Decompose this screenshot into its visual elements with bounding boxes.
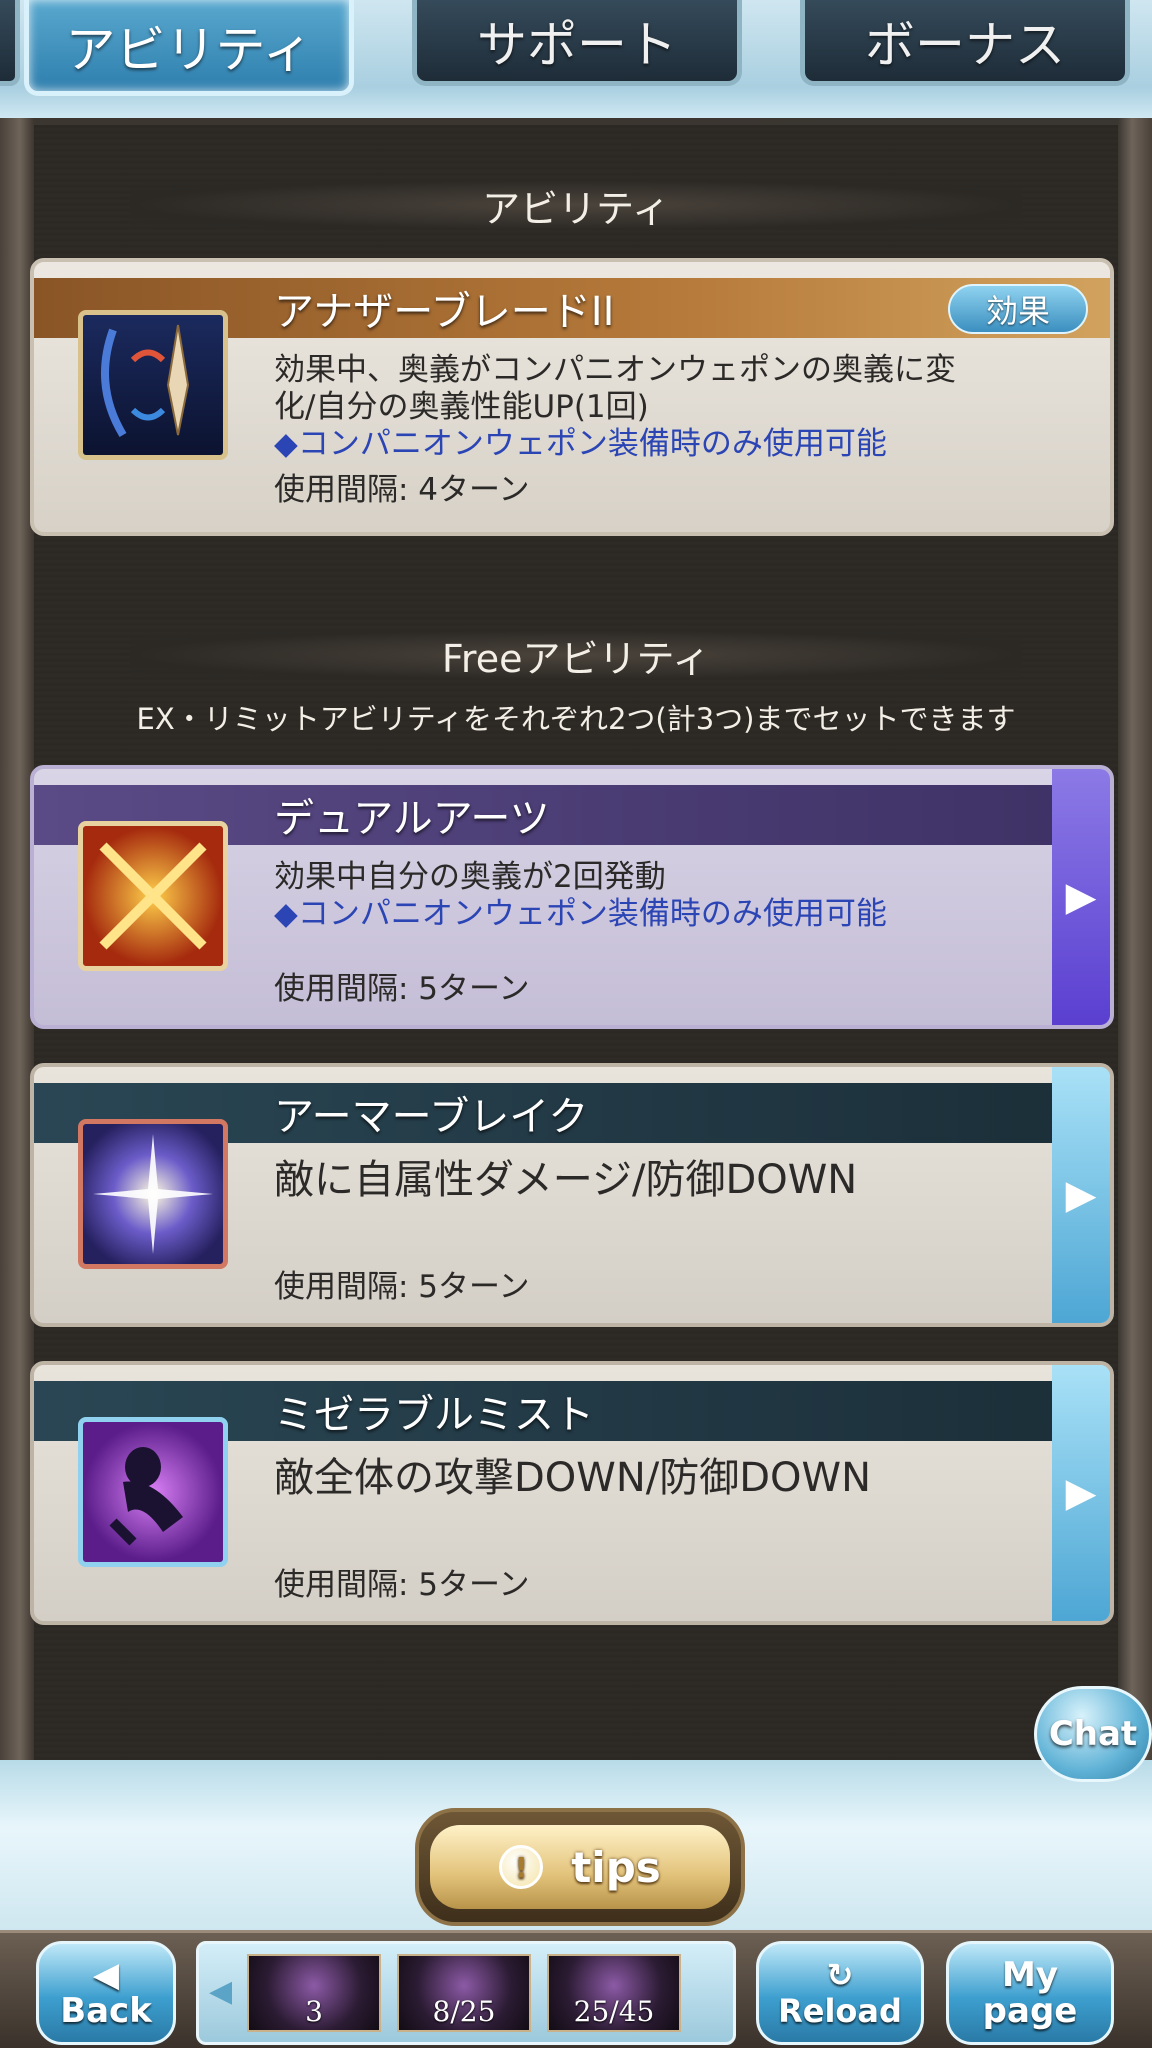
desc-note: ◆コンパニオンウェポン装備時のみ使用可能 bbox=[274, 896, 887, 932]
back-label: Back bbox=[60, 1991, 152, 2031]
reload-icon: ↻ bbox=[826, 1956, 854, 1994]
quest-thumb[interactable]: 3 bbox=[247, 1954, 381, 2032]
chevron-left-icon[interactable]: ◀ bbox=[209, 1974, 232, 2009]
lightbulb-icon: ! bbox=[499, 1845, 544, 1889]
desc-line: 化/自分の奥義性能UP(1回) bbox=[274, 389, 649, 425]
detail-arrow-icon[interactable]: ▶ bbox=[1052, 1067, 1110, 1323]
mypage-label-bottom: page bbox=[982, 1991, 1078, 2031]
free-ability-note: EX・リミットアビリティをそれぞれ2つ(計3つ)までセットできます bbox=[136, 702, 1016, 736]
quest-strip: ◀ 3 8/25 25/45 bbox=[196, 1941, 736, 2045]
ability-card-another-blade[interactable]: アナザーブレードII 効果 効果中、奥義がコンパニオンウェポンの奥義に変 化/自… bbox=[30, 258, 1114, 536]
tips-button[interactable]: ! tips bbox=[415, 1808, 745, 1926]
quest-thumb[interactable]: 25/45 bbox=[547, 1954, 681, 2032]
tab-support[interactable]: サポート bbox=[412, 0, 742, 86]
reload-label: Reload bbox=[778, 1992, 902, 2030]
ability-cooldown: 使用間隔: 5ターン bbox=[274, 1269, 530, 1305]
bottom-nav: ◀ Back ◀ 3 8/25 25/45 ↻ Reload My page bbox=[0, 1930, 1152, 2048]
chat-button[interactable]: Chat bbox=[1034, 1686, 1152, 1782]
fallen-figure-icon bbox=[78, 1417, 228, 1567]
tab-bar: アビリティ サポート ボーナス bbox=[0, 0, 1152, 125]
desc-note: ◆コンパニオンウェポン装備時のみ使用可能 bbox=[274, 426, 887, 462]
desc-line: 効果中自分の奥義が2回発動 bbox=[274, 859, 666, 895]
ability-cooldown: 使用間隔: 4ターン bbox=[274, 472, 530, 508]
ability-card-miserable-mist[interactable]: ミゼラブルミスト 敵全体の攻撃DOWN/防御DOWN 使用間隔: 5ターン ▶ bbox=[30, 1361, 1114, 1625]
back-button[interactable]: ◀ Back bbox=[36, 1941, 176, 2045]
ability-cooldown: 使用間隔: 5ターン bbox=[274, 971, 530, 1007]
desc-line: 敵に自属性ダメージ/防御DOWN bbox=[274, 1157, 858, 1203]
ability-cooldown: 使用間隔: 5ターン bbox=[274, 1567, 530, 1603]
quest-thumb[interactable]: 8/25 bbox=[397, 1954, 531, 2032]
ability-description: 敵全体の攻撃DOWN/防御DOWN bbox=[274, 1455, 1020, 1501]
sword-swap-icon bbox=[78, 310, 228, 460]
ability-description: 効果中自分の奥義が2回発動 ◆コンパニオンウェポン装備時のみ使用可能 bbox=[274, 859, 1020, 933]
tips-label: tips bbox=[571, 1842, 661, 1892]
tab-bonus[interactable]: ボーナス bbox=[800, 0, 1130, 86]
ability-card-dual-arts[interactable]: デュアルアーツ 効果中自分の奥義が2回発動 ◆コンパニオンウェポン装備時のみ使用… bbox=[30, 765, 1114, 1029]
section-title-free: Freeアビリティ bbox=[130, 630, 1022, 681]
section-title-ability: アビリティ bbox=[130, 180, 1022, 231]
desc-line: 敵全体の攻撃DOWN/防御DOWN bbox=[274, 1455, 871, 1501]
ability-card-armor-break[interactable]: アーマーブレイク 敵に自属性ダメージ/防御DOWN 使用間隔: 5ターン ▶ bbox=[30, 1063, 1114, 1327]
detail-arrow-icon[interactable]: ▶ bbox=[1052, 1365, 1110, 1621]
back-arrow-icon: ◀ bbox=[92, 1955, 120, 1995]
reload-button[interactable]: ↻ Reload bbox=[756, 1941, 924, 2045]
crossed-swords-icon bbox=[78, 821, 228, 971]
effect-button[interactable]: 効果 bbox=[948, 284, 1088, 334]
detail-arrow-icon[interactable]: ▶ bbox=[1052, 769, 1110, 1025]
tab-ability[interactable]: アビリティ bbox=[24, 0, 354, 96]
mypage-label-top: My bbox=[1002, 1955, 1058, 1995]
mypage-button[interactable]: My page bbox=[946, 1941, 1114, 2045]
ability-description: 敵に自属性ダメージ/防御DOWN bbox=[274, 1157, 1020, 1203]
shatter-icon bbox=[78, 1119, 228, 1269]
ability-description: 効果中、奥義がコンパニオンウェポンの奥義に変 化/自分の奥義性能UP(1回) ◆… bbox=[274, 352, 1020, 463]
tab-edge-left bbox=[0, 0, 20, 86]
desc-line: 効果中、奥義がコンパニオンウェポンの奥義に変 bbox=[274, 352, 956, 388]
